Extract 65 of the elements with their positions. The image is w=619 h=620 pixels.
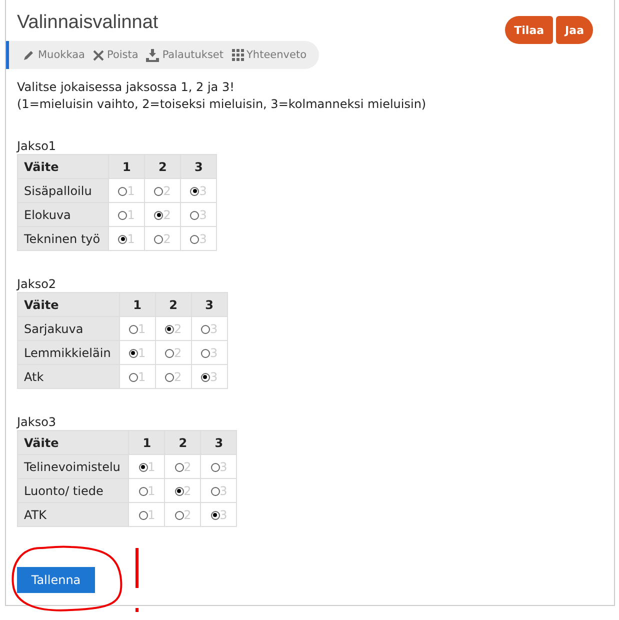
column-header: Väite — [18, 430, 129, 454]
radio-button[interactable] — [200, 372, 210, 382]
section-label: Jakso3 — [17, 415, 58, 429]
toolbar-button[interactable]: Muokkaa — [23, 49, 85, 61]
row-label: Elokuva — [18, 202, 109, 226]
row-label: ATK — [18, 502, 129, 526]
column-header: 2 — [164, 430, 201, 454]
radio-button[interactable] — [190, 210, 200, 220]
row-label: Sarjakuva — [18, 316, 120, 340]
row-label: Telinevoimistelu — [18, 454, 129, 478]
toolbar-button[interactable]: Yhteenveto — [232, 49, 306, 61]
column-header: 2 — [144, 154, 181, 178]
section-label: Jakso2 — [17, 277, 58, 291]
instruction-text: Valitse jokaisessa jaksossa 1, 2 ja 3! — [17, 79, 236, 96]
toolbar-button[interactable]: Palautukset — [146, 48, 224, 62]
radio-button[interactable] — [128, 324, 138, 334]
radio-button[interactable] — [174, 486, 184, 496]
column-header: 3 — [191, 292, 228, 316]
radio-button[interactable] — [154, 234, 164, 244]
radio-button[interactable] — [138, 462, 148, 472]
radio-button[interactable] — [210, 462, 220, 472]
save-button[interactable]: Tallenna — [17, 567, 95, 593]
column-header: 3 — [200, 430, 237, 454]
header-button[interactable]: Jaa — [556, 16, 593, 44]
grid-icon — [232, 49, 244, 61]
instruction-text: (1=mieluisin vaihto, 2=toiseksi mieluisin, 3=kolmanneksi mieluisin) — [17, 96, 428, 113]
radio-button[interactable] — [118, 210, 128, 220]
toolbar-button[interactable]: Poista — [92, 49, 138, 61]
radio-button[interactable] — [154, 186, 164, 196]
radio-button[interactable] — [210, 486, 220, 496]
radio-button[interactable] — [174, 510, 184, 520]
section-label: Jakso1 — [17, 139, 58, 153]
radio-button[interactable] — [164, 348, 174, 358]
row-label: Tekninen työ — [18, 226, 109, 250]
column-header: Väite — [18, 154, 109, 178]
header-button[interactable]: Tilaa — [505, 16, 554, 44]
radio-button[interactable] — [200, 324, 210, 334]
radio-button[interactable] — [128, 372, 138, 382]
radio-button[interactable] — [210, 510, 220, 520]
page-title: Valinnaisvalinnat — [17, 12, 158, 35]
radio-button[interactable] — [128, 348, 138, 358]
row-label: Lemmikkieläin — [18, 340, 120, 364]
column-header: 1 — [119, 292, 156, 316]
radio-button[interactable] — [138, 486, 148, 496]
radio-button[interactable] — [164, 372, 174, 382]
column-header: 1 — [128, 430, 165, 454]
pencil-icon — [23, 49, 35, 61]
radio-button[interactable] — [118, 234, 128, 244]
close-icon — [92, 50, 104, 60]
row-label: Atk — [18, 364, 120, 388]
radio-button[interactable] — [164, 324, 174, 334]
row-label: Luonto/ tiede — [18, 478, 129, 502]
row-label: Sisäpalloilu — [18, 178, 109, 202]
radio-button[interactable] — [174, 462, 184, 472]
radio-button[interactable] — [118, 186, 128, 196]
radio-button[interactable] — [190, 186, 200, 196]
column-header: 3 — [180, 154, 217, 178]
column-header: Väite — [18, 292, 120, 316]
radio-button[interactable] — [200, 348, 210, 358]
download-icon — [146, 48, 160, 62]
radio-button[interactable] — [154, 210, 164, 220]
column-header: 2 — [155, 292, 192, 316]
radio-button[interactable] — [190, 234, 200, 244]
radio-button[interactable] — [138, 510, 148, 520]
column-header: 1 — [108, 154, 145, 178]
